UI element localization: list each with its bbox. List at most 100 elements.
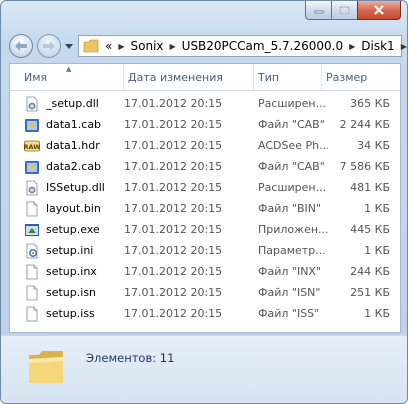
dll-icon	[24, 180, 40, 196]
file-name-cell: layout.bin	[24, 201, 124, 217]
table-row[interactable]: setup.ini 17.01.2012 20:15 Параметр... 1 КБ	[10, 240, 400, 261]
arrow-left-icon	[15, 41, 27, 51]
svg-text:RAW: RAW	[24, 143, 40, 151]
explorer-window: « ▶ Sonix ▶ USB20PCCam_5.7.26000.0 ▶ Dis…	[0, 0, 408, 404]
table-row[interactable]: _setup.dll 17.01.2012 20:15 Расширен... 365…	[10, 93, 400, 114]
breadcrumb-overflow[interactable]: «	[103, 39, 114, 53]
file-date: 17.01.2012 20:15	[124, 286, 223, 299]
file-name-cell: data2.cab	[24, 159, 124, 175]
folder-icon	[27, 349, 65, 388]
file-size: 1 КБ	[364, 307, 390, 320]
file-list: ▲ Имя Дата изменения Тип Размер _setup.d…	[9, 63, 401, 333]
forward-button[interactable]	[37, 34, 61, 58]
breadcrumb-item[interactable]: USB20PCCam_5.7.26000.0	[180, 39, 345, 53]
file-date: 17.01.2012 20:15	[124, 118, 223, 131]
back-button[interactable]	[9, 34, 33, 58]
file-date: 17.01.2012 20:15	[124, 223, 223, 236]
file-name: data2.cab	[46, 160, 102, 173]
file-name: setup.inx	[46, 265, 97, 278]
exe-icon	[24, 222, 40, 238]
file-date: 17.01.2012 20:15	[124, 265, 223, 278]
minimize-icon	[314, 10, 323, 14]
file-date: 17.01.2012 20:15	[124, 244, 223, 257]
file-date: 17.01.2012 20:15	[124, 307, 223, 320]
file-name-cell: RAW data1.hdr	[24, 138, 124, 154]
raw-icon: RAW	[24, 138, 40, 154]
table-row[interactable]: RAW data1.hdr 17.01.2012 20:15 ACDSee Ph...…	[10, 135, 400, 156]
file-size: 244 КБ	[350, 265, 390, 278]
close-icon	[374, 5, 384, 15]
file-icon	[24, 285, 40, 301]
file-rows: _setup.dll 17.01.2012 20:15 Расширен... 365…	[10, 93, 400, 324]
table-row[interactable]: layout.bin 17.01.2012 20:15 Файл "BIN" 1 КБ	[10, 198, 400, 219]
file-name: setup.iss	[46, 307, 95, 320]
file-size: 1 КБ	[364, 244, 390, 257]
table-row[interactable]: data2.cab 17.01.2012 20:15 Файл "CAB" 7 586…	[10, 156, 400, 177]
file-name-cell: ISSetup.dll	[24, 180, 124, 196]
breadcrumb-separator-icon[interactable]: ▶	[345, 42, 359, 51]
file-size: 7 586 КБ	[339, 160, 390, 173]
window-controls	[305, 1, 401, 20]
breadcrumb-separator-icon[interactable]: ▶	[114, 42, 128, 51]
column-size[interactable]: Размер	[322, 64, 396, 90]
file-name: setup.ini	[46, 244, 94, 257]
item-count: Элементов: 11	[86, 351, 175, 365]
close-button[interactable]	[357, 1, 401, 20]
file-size: 481 КБ	[350, 181, 390, 194]
breadcrumb-separator-icon[interactable]: ▶	[166, 42, 180, 51]
file-size: 1 КБ	[364, 202, 390, 215]
file-name-cell: setup.exe	[24, 222, 124, 238]
table-row[interactable]: setup.inx 17.01.2012 20:15 Файл "INX" 244 К…	[10, 261, 400, 282]
file-date: 17.01.2012 20:15	[124, 181, 223, 194]
breadcrumb-item[interactable]: Sonix	[129, 39, 166, 53]
breadcrumb-item[interactable]: Disk1	[359, 39, 396, 53]
table-row[interactable]: setup.iss 17.01.2012 20:15 Файл "ISS" 1 КБ	[10, 303, 400, 324]
file-name-cell: data1.cab	[24, 117, 124, 133]
cab-icon	[24, 159, 40, 175]
file-icon	[24, 264, 40, 280]
file-icon	[24, 306, 40, 322]
file-size: 2 244 КБ	[339, 118, 390, 131]
chevron-down-icon	[65, 43, 73, 49]
status-bar: Элементов: 11	[1, 335, 407, 403]
file-size: 251 КБ	[350, 286, 390, 299]
file-name-cell: setup.iss	[24, 306, 124, 322]
file-name: _setup.dll	[46, 97, 99, 110]
file-name: ISSetup.dll	[46, 181, 105, 194]
file-name: setup.isn	[46, 286, 97, 299]
file-name-cell: setup.inx	[24, 264, 124, 280]
column-header: ▲ Имя Дата изменения Тип Размер	[10, 64, 400, 91]
address-row: « ▶ Sonix ▶ USB20PCCam_5.7.26000.0 ▶ Dis…	[1, 31, 407, 63]
file-date: 17.01.2012 20:15	[124, 202, 223, 215]
file-size: 34 КБ	[357, 139, 390, 152]
arrow-right-icon	[43, 41, 55, 51]
table-row[interactable]: data1.cab 17.01.2012 20:15 Файл "CAB" 2 244…	[10, 114, 400, 135]
file-name: data1.hdr	[46, 139, 100, 152]
column-name[interactable]: Имя	[20, 64, 124, 90]
file-icon	[24, 201, 40, 217]
recent-pages-dropdown[interactable]	[64, 41, 74, 51]
ini-icon	[24, 243, 40, 259]
file-size: 365 КБ	[350, 97, 390, 110]
minimize-button[interactable]	[305, 1, 331, 20]
dll-icon	[24, 96, 40, 112]
table-row[interactable]: setup.exe 17.01.2012 20:15 Приложен... 445 …	[10, 219, 400, 240]
maximize-button[interactable]	[331, 1, 357, 20]
file-size: 445 КБ	[350, 223, 390, 236]
cab-icon	[24, 117, 40, 133]
file-name-cell: setup.ini	[24, 243, 124, 259]
title-bar[interactable]	[1, 1, 407, 29]
address-bar[interactable]: « ▶ Sonix ▶ USB20PCCam_5.7.26000.0 ▶ Dis…	[78, 35, 407, 57]
file-name: setup.exe	[46, 223, 100, 236]
column-date[interactable]: Дата изменения	[124, 64, 254, 90]
column-type[interactable]: Тип	[254, 64, 322, 90]
breadcrumb-separator-icon[interactable]: ▶	[397, 42, 407, 51]
file-name-cell: _setup.dll	[24, 96, 124, 112]
file-name: layout.bin	[46, 202, 101, 215]
file-date: 17.01.2012 20:15	[124, 97, 223, 110]
file-date: 17.01.2012 20:15	[124, 139, 223, 152]
maximize-icon	[339, 5, 350, 15]
table-row[interactable]: setup.isn 17.01.2012 20:15 Файл "ISN" 251 К…	[10, 282, 400, 303]
table-row[interactable]: ISSetup.dll 17.01.2012 20:15 Расширен... 48…	[10, 177, 400, 198]
folder-icon	[83, 39, 99, 53]
